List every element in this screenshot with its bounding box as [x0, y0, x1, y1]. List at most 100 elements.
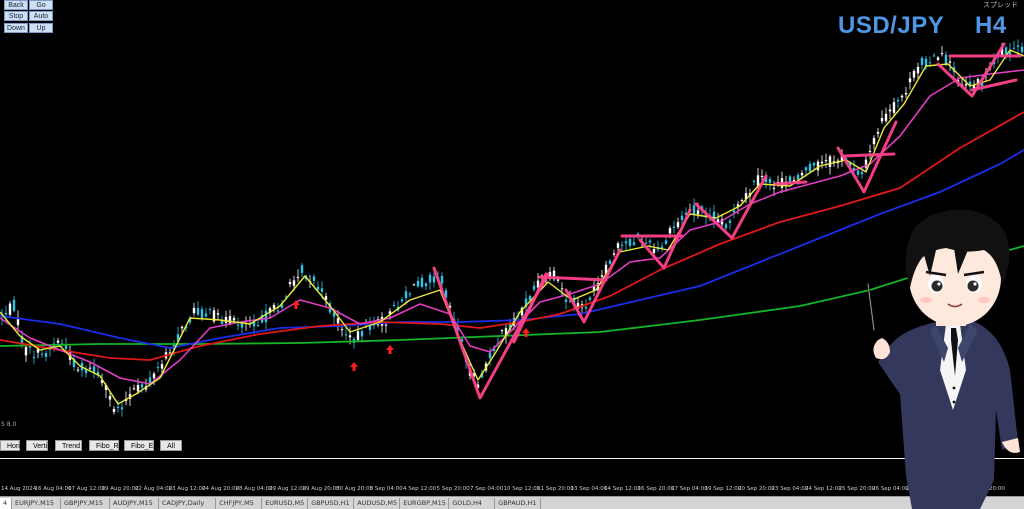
candle-body	[820, 161, 824, 164]
chart-tab[interactable]: 4	[0, 498, 12, 509]
time-tick-label: 30 Aug 20:00	[336, 486, 374, 492]
candle-body	[88, 367, 92, 369]
chart-window: Back Go Stop Auto Down Up USD/JPY H4 スプレ…	[0, 0, 1024, 509]
candle-body	[528, 296, 532, 300]
candle-body	[616, 243, 620, 248]
time-tick-label: 20 Sep 20:00	[738, 486, 775, 492]
candle-body	[600, 275, 604, 277]
v-shape-marker	[694, 174, 768, 240]
candle-body	[420, 277, 424, 287]
fibo-e-button[interactable]: Fibo_E	[124, 440, 154, 451]
candle-body	[896, 100, 900, 102]
candle-body	[424, 283, 428, 287]
candle-body	[888, 109, 892, 112]
candle-body	[620, 244, 624, 246]
time-tick-label: 14 Sep 12:00	[604, 486, 641, 492]
candle-body	[668, 228, 672, 234]
candle-body	[356, 331, 360, 340]
candle-body	[316, 286, 320, 290]
candle-body	[872, 138, 876, 145]
chart-tab[interactable]: CADJPY,Daily	[159, 498, 217, 509]
time-tick-label: 16 Sep 20:00	[637, 486, 675, 492]
candle-body	[880, 118, 884, 122]
candle-body	[108, 395, 112, 400]
chart-tab[interactable]: CHFJPY,M5	[216, 498, 263, 509]
candle-body	[676, 222, 680, 228]
candle-body	[28, 346, 32, 348]
candle-body	[768, 178, 772, 183]
chart-timeframe: H4	[975, 12, 1007, 39]
chart-tab[interactable]: AUDJPY,M15	[110, 498, 159, 509]
chart-tab[interactable]: EURUSD,M5	[262, 498, 309, 509]
chart-tab[interactable]: GBPJPY,M15	[61, 498, 110, 509]
candle-body	[724, 224, 728, 229]
candle-body	[192, 307, 196, 314]
candle-body	[672, 226, 676, 228]
candle-body	[112, 408, 116, 412]
go-button[interactable]: Go	[29, 0, 53, 10]
time-tick-label: 14 Aug 2024	[1, 486, 37, 492]
candle-body	[884, 113, 888, 121]
candle-body	[876, 132, 880, 134]
chart-tab[interactable]: GBPUSD,H1	[308, 498, 355, 509]
candle-body	[132, 388, 136, 390]
candle-body	[904, 93, 908, 95]
v-shape-marker	[432, 266, 550, 400]
candle-body	[272, 305, 276, 309]
candle-body	[40, 353, 44, 355]
chart-tab[interactable]: EURJPY,M15	[12, 498, 61, 509]
candle-body	[56, 340, 60, 343]
candle-body	[556, 279, 560, 281]
chart-tab[interactable]: GOLD,H4	[449, 498, 496, 509]
candle-body	[796, 175, 800, 180]
time-tick-label: 10 Sep 12:00	[503, 486, 541, 492]
candle-body	[692, 205, 696, 215]
chart-tab[interactable]: EURGBP,M15	[400, 498, 450, 509]
candle-body	[264, 310, 268, 323]
candle-body	[180, 326, 184, 329]
horiz-button[interactable]: Horiz	[0, 440, 23, 451]
candle-body	[532, 285, 536, 290]
candle-body	[1016, 45, 1020, 47]
candle-body	[696, 210, 700, 215]
candle-body	[740, 200, 744, 201]
verti-button[interactable]: Verti	[26, 440, 48, 451]
candle-body	[500, 330, 504, 332]
candle-body	[912, 71, 916, 78]
candle-body	[236, 324, 240, 326]
candle-body	[288, 282, 292, 284]
candle-body	[440, 276, 444, 284]
time-tick-label: 22 Aug 04:00	[135, 486, 173, 492]
v-shape-marker	[512, 272, 548, 344]
candle-body	[652, 249, 656, 253]
time-tick-label: 29 Aug 12:00	[269, 486, 307, 492]
side-label: S 8.0	[1, 421, 17, 428]
time-tick-label: 24 Sep 12:00	[805, 486, 842, 492]
time-tick-label: 23 Sep 04:00	[771, 486, 809, 492]
candle-body	[948, 61, 952, 63]
candle-body	[1012, 47, 1016, 49]
chart-tab[interactable]: GBPAUD,H1	[495, 498, 542, 509]
candle-body	[648, 240, 652, 243]
candle-body	[680, 215, 684, 220]
candle-body	[612, 253, 616, 255]
candle-body	[336, 318, 340, 324]
down-button[interactable]: Down	[4, 23, 28, 33]
candle-body	[240, 323, 244, 328]
candle-body	[928, 62, 932, 64]
candle-body	[624, 241, 628, 244]
candle-body	[800, 173, 804, 176]
fibo-r-button[interactable]: Fibo_R	[89, 440, 119, 451]
all-button[interactable]: All	[160, 440, 182, 451]
back-button[interactable]: Back	[4, 0, 28, 10]
auto-button[interactable]: Auto	[29, 11, 53, 21]
candle-body	[228, 316, 232, 324]
chart-tab[interactable]: AUDUSD,M5	[354, 498, 401, 509]
up-button[interactable]: Up	[29, 23, 53, 33]
v-shape-marker	[936, 42, 1006, 98]
trend-button[interactable]: Trend	[55, 440, 82, 451]
stop-button[interactable]: Stop	[4, 11, 28, 21]
buy-arrow	[350, 362, 358, 371]
buy-arrow	[386, 345, 394, 354]
candle-body	[428, 274, 432, 283]
